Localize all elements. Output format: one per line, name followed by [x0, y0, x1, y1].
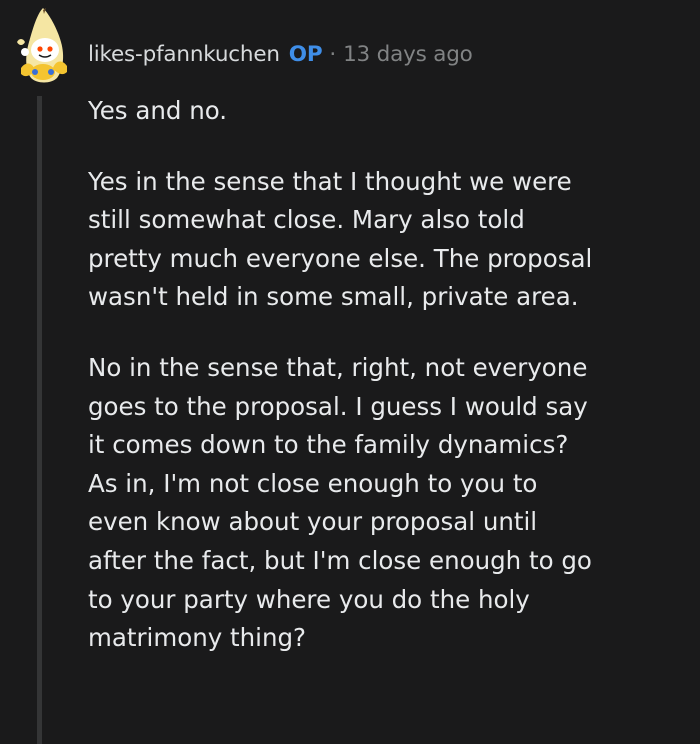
comment-line: goes to the proposal. I guess I would sa… — [88, 391, 588, 421]
comment-line: Yes in the sense that I thought we were — [88, 166, 572, 196]
comment-paragraph: No in the sense that, right, not everyon… — [88, 349, 678, 658]
comment: likes-pfannkuchen OP · 13 days ago Yes a… — [0, 0, 700, 744]
meta-separator: · — [329, 41, 337, 67]
op-badge: OP — [288, 41, 323, 67]
comment-line: even know about your proposal until — [88, 507, 538, 537]
comment-timestamp[interactable]: 13 days ago — [343, 42, 473, 67]
comment-line: after the fact, but I'm close enough to … — [88, 545, 592, 575]
comment-line: matrimony thing? — [88, 623, 307, 653]
comment-author[interactable]: likes-pfannkuchen — [88, 42, 280, 67]
comment-line: to your party where you do the holy — [88, 584, 530, 614]
comment-paragraph: Yes in the sense that I thought we were … — [88, 163, 678, 317]
comment-line: still somewhat close. Mary also told — [88, 205, 525, 235]
comment-line: Yes and no. — [88, 96, 228, 125]
comment-body: Yes and no. Yes in the sense that I thou… — [88, 92, 678, 658]
comment-line: wasn't held in some small, private area. — [88, 282, 579, 312]
snoo-banana-avatar-icon[interactable] — [13, 8, 75, 86]
comment-paragraph: Yes and no. — [88, 92, 678, 131]
comment-line: pretty much everyone else. The proposal — [88, 243, 593, 273]
thread-collapse-line[interactable] — [37, 96, 42, 744]
comment-meta: likes-pfannkuchen OP · 13 days ago — [88, 38, 473, 70]
comment-line: As in, I'm not close enough to you to — [88, 468, 538, 498]
comment-line: it comes down to the family dynamics? — [88, 430, 569, 460]
comment-line: No in the sense that, right, not everyon… — [88, 352, 588, 382]
